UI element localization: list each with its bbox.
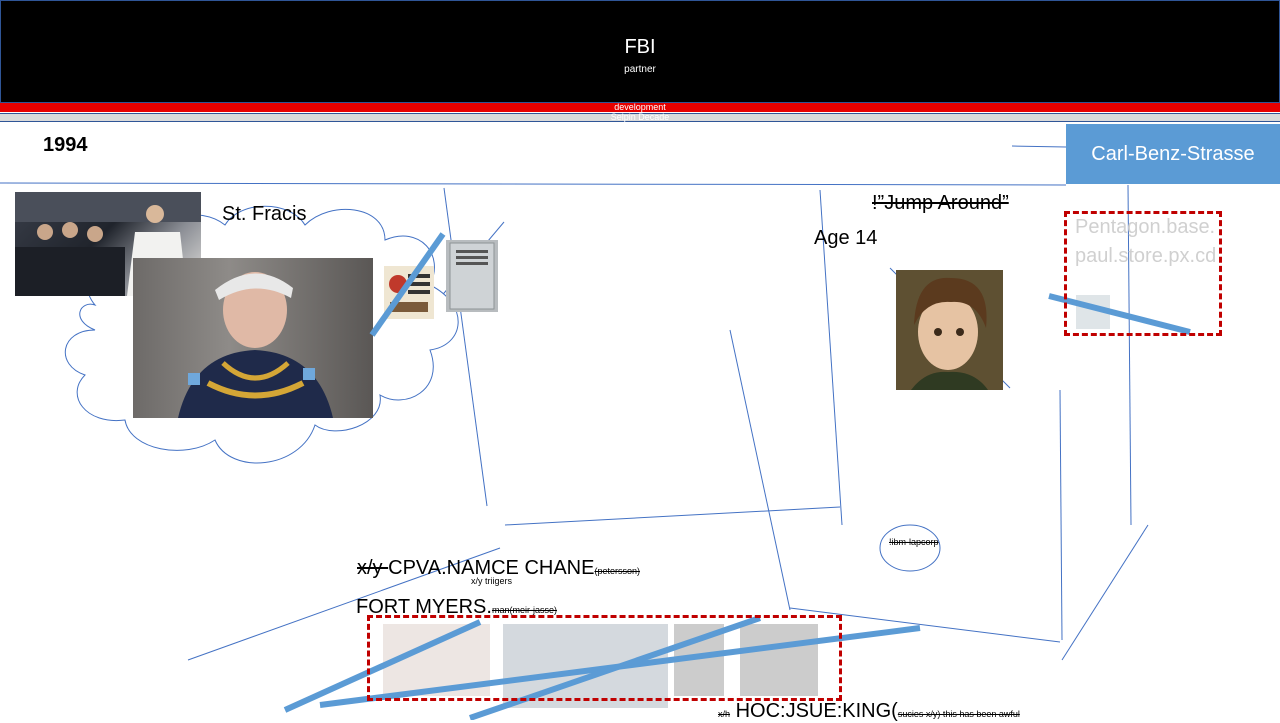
address-box: Carl-Benz-Strasse (1066, 124, 1280, 184)
bubble-note: !ibm-lapcorp (889, 537, 939, 547)
name-sub-note: x/y triigers (471, 576, 513, 586)
year-label: 1994 (43, 134, 88, 156)
banner-title: FBI (624, 36, 656, 58)
connector-line (504, 506, 841, 526)
bottom-line-prefix: x/h (718, 709, 731, 719)
name-line-prefix: x/y (357, 557, 389, 579)
connector-line (729, 329, 791, 611)
name-line-suffix: (petersson) (594, 566, 640, 576)
saint-label: St. Fracis (222, 203, 307, 225)
bottom-line-suffix: sucies x/y) this has been awful (897, 709, 1020, 719)
boy-photo-figure (896, 270, 1003, 390)
connector-line (1059, 389, 1063, 641)
connector-line (1011, 145, 1067, 148)
grey-band-label: Selpin Decade (610, 112, 670, 122)
connector-line (443, 187, 488, 507)
portrait-photo-figure (178, 272, 333, 418)
dashed-highlight-box (367, 615, 842, 701)
record-cover (384, 266, 434, 319)
record-cover-art (389, 274, 430, 312)
banner-subtitle: partner (624, 64, 656, 75)
bottom-line-main: HOC:JSUE:KING( (735, 700, 898, 722)
connector-line (1061, 524, 1149, 661)
book-photo (446, 240, 498, 312)
portrait-photo (133, 258, 373, 418)
connector-line (0, 182, 1067, 186)
age-label: Age 14 (814, 227, 878, 249)
note-bubble (879, 524, 941, 572)
song-label: !”Jump Around” (872, 192, 1009, 214)
city-line-suffix: man(meir-jasse) (491, 605, 557, 615)
boy-photo (896, 270, 1003, 390)
book-photo-art (446, 240, 498, 312)
dashed-highlight-box (1064, 211, 1222, 336)
